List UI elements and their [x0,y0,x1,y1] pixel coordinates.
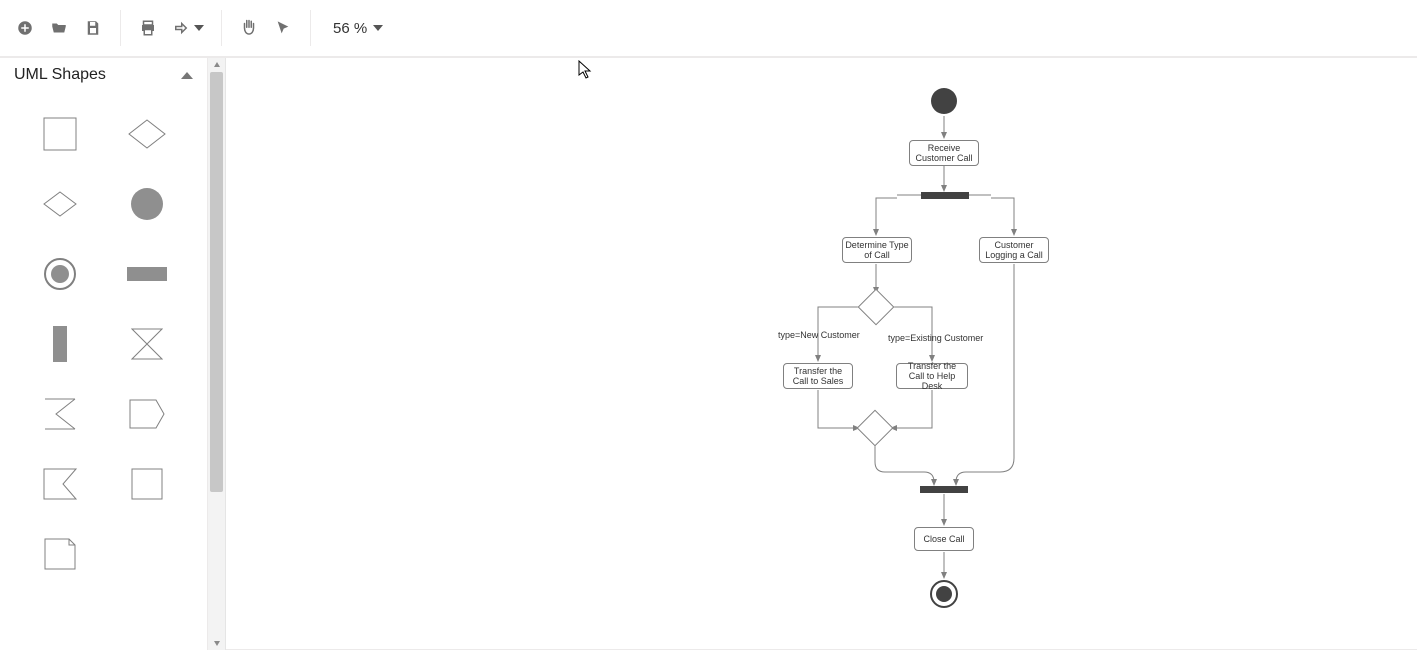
edge-label-existing: type=Existing Customer [888,333,983,343]
shape-concave[interactable] [30,464,90,504]
action-close[interactable]: Close Call [914,527,974,551]
shape-diamond[interactable] [30,184,90,224]
shape-rectangle[interactable] [30,114,90,154]
diagram-canvas[interactable]: Receive Customer Call Determine Type of … [226,58,1417,650]
shape-sum[interactable] [30,394,90,434]
new-button[interactable] [8,11,42,45]
zoom-dropdown[interactable]: 56 % [321,20,395,37]
edge-label-new: type=New Customer [778,330,860,340]
shape-diamond-rounded[interactable] [117,114,177,154]
shape-note[interactable] [30,534,90,574]
panel-title: UML Shapes [14,66,106,84]
caret-down-icon [373,25,383,31]
zoom-value: 56 % [333,20,367,37]
final-node[interactable] [930,580,958,608]
scroll-thumb[interactable] [210,72,223,492]
shape-bar[interactable] [117,254,177,294]
action-helpdesk[interactable]: Transfer the Call to Help Desk [896,363,968,389]
save-button[interactable] [76,11,110,45]
chevron-up-icon[interactable] [181,72,193,79]
shape-palette [0,90,207,598]
shape-pentag[interactable] [117,394,177,434]
print-button[interactable] [131,11,165,45]
export-dropdown[interactable] [165,11,211,45]
pointer-tool-button[interactable] [266,11,300,45]
toolbar: 56 % [0,0,1417,58]
scroll-down-icon[interactable] [208,636,225,650]
shapes-panel: UML Shapes [0,58,208,650]
shape-hourglass[interactable] [117,324,177,364]
scroll-up-icon[interactable] [208,58,225,72]
caret-down-icon [194,25,204,31]
shape-circle-filled[interactable] [117,184,177,224]
scroll-track[interactable] [208,72,225,636]
panel-scrollbar[interactable] [208,58,226,650]
join-bar[interactable] [920,486,968,493]
shape-final-node[interactable] [30,254,90,294]
shape-square[interactable] [117,464,177,504]
shape-bar-vertical[interactable] [30,324,90,364]
open-button[interactable] [42,11,76,45]
action-sales[interactable]: Transfer the Call to Sales [783,363,853,389]
action-logging[interactable]: Customer Logging a Call [979,237,1049,263]
pan-tool-button[interactable] [232,11,266,45]
action-determine[interactable]: Determine Type of Call [842,237,912,263]
